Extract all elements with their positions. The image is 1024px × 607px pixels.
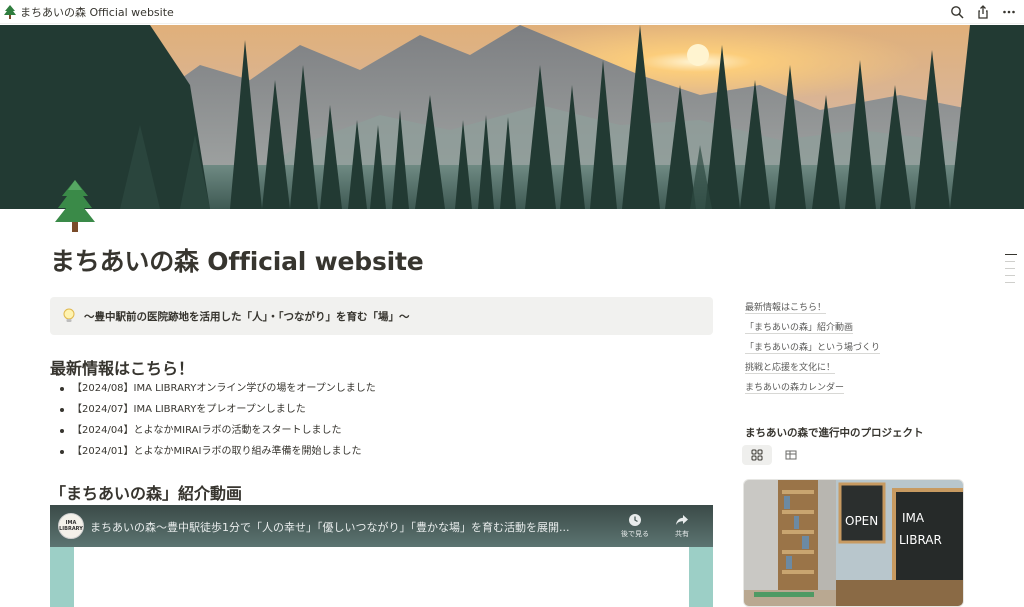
video-frame[interactable] — [74, 547, 689, 607]
channel-avatar[interactable]: IMA LIBRARY — [58, 513, 84, 539]
search-icon[interactable] — [948, 3, 966, 21]
news-list: 【2024/08】IMA LIBRARYオンライン学びの場をオープンしました 【… — [58, 380, 376, 464]
list-item: 【2024/01】とよなかMIRAIラボの取り組み準備を開始しました — [58, 443, 376, 464]
share-label: 共有 — [675, 530, 689, 538]
list-item: 【2024/07】IMA LIBRARYをプレオープンしました — [58, 401, 376, 422]
list-item: 【2024/04】とよなかMIRAIラボの活動をスタートしました — [58, 422, 376, 443]
channel-label: IMA LIBRARY — [59, 520, 83, 532]
page-title: まちあいの森 Official website — [50, 247, 424, 276]
card-sign-ima: IMA — [902, 511, 925, 525]
callout-block: 〜豊中駅前の医院跡地を活用した「人」・「つながり」を育む「場」〜 — [50, 297, 713, 335]
video-title[interactable]: まちあいの森〜豊中駅徒歩1分で「人の幸せ」「優しいつながり」「豊かな場」を育む活… — [90, 519, 610, 535]
share-video-button[interactable]: 共有 — [662, 513, 702, 539]
clock-icon — [629, 514, 641, 526]
toc-item[interactable]: 挑戦と応援を文化に！ — [745, 361, 880, 381]
callout-text: 〜豊中駅前の医院跡地を活用した「人」・「つながり」を育む「場」〜 — [84, 310, 410, 323]
toc-item[interactable]: 「まちあいの森」紹介動画 — [745, 321, 880, 341]
view-switcher — [742, 445, 806, 465]
share-icon[interactable] — [974, 3, 992, 21]
project-card-image: OPEN IMA LIBRAR — [744, 480, 963, 606]
news-heading: 最新情報はこちら！ — [50, 359, 195, 378]
breadcrumb-title[interactable]: まちあいの森 Official website — [20, 4, 174, 20]
share-arrow-icon — [676, 515, 688, 525]
toc-item[interactable]: 「まちあいの森」という場づくり — [745, 341, 881, 361]
toc-item[interactable]: まちあいの森カレンダー — [745, 381, 880, 401]
more-icon[interactable] — [1000, 3, 1018, 21]
video-embed[interactable]: IMA LIBRARY まちあいの森〜豊中駅徒歩1分で「人の幸せ」「優しいつなが… — [50, 505, 713, 607]
projects-heading: まちあいの森で進行中のプロジェクト — [745, 427, 924, 439]
list-item: 【2024/08】IMA LIBRARYオンライン学びの場をオープンしました — [58, 380, 376, 401]
project-card[interactable]: OPEN IMA LIBRAR — [743, 479, 964, 607]
cover-image — [0, 25, 1024, 209]
tree-icon — [4, 4, 16, 19]
tree-icon — [55, 180, 95, 232]
watch-later-label: 後で見る — [621, 530, 649, 538]
card-sign-open: OPEN — [845, 514, 878, 528]
toc-item[interactable]: 最新情報はこちら！ — [745, 301, 880, 321]
video-heading: 「まちあいの森」紹介動画 — [50, 484, 243, 503]
card-sign-library: LIBRAR — [899, 533, 942, 547]
table-view-icon[interactable] — [776, 445, 806, 465]
lightbulb-icon — [63, 308, 75, 322]
top-bar: まちあいの森 Official website — [0, 0, 1024, 24]
watch-later-button[interactable]: 後で見る — [615, 513, 655, 539]
page-outline-rail[interactable] — [1005, 254, 1017, 289]
table-of-contents: 最新情報はこちら！ 「まちあいの森」紹介動画 「まちあいの森」という場づくり 挑… — [745, 301, 881, 401]
gallery-view-icon[interactable] — [742, 445, 772, 465]
